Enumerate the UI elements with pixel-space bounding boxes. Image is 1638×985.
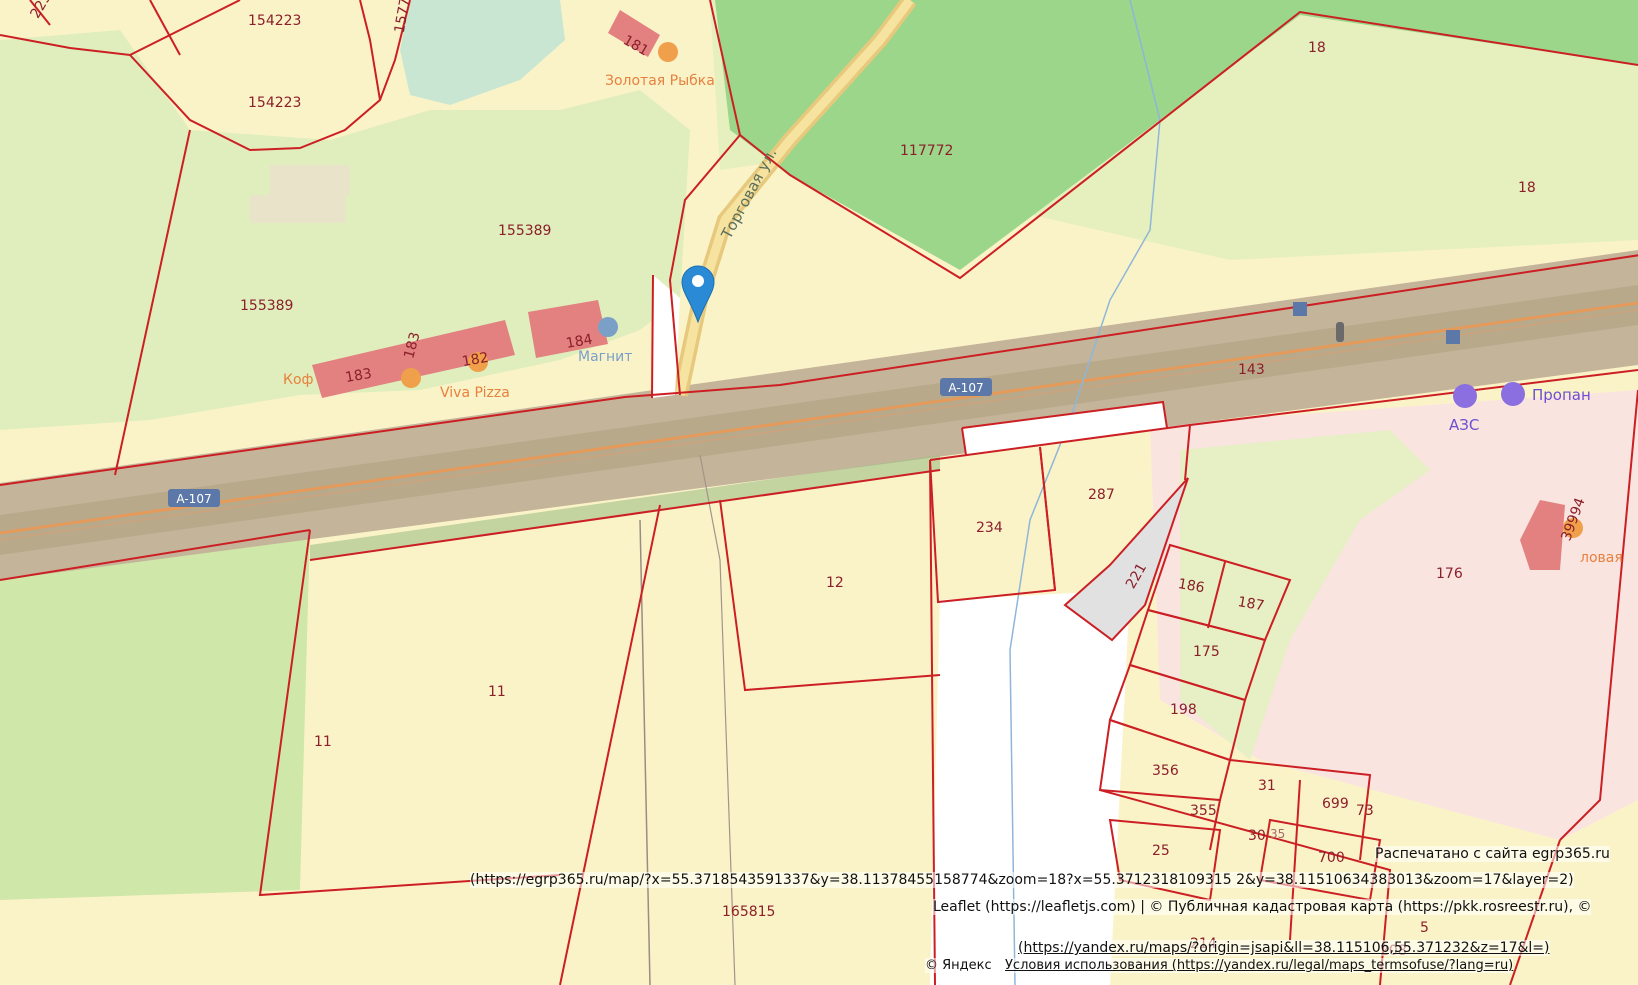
poi-cafe[interactable]: Коф	[283, 372, 314, 388]
food-icon[interactable]	[401, 368, 421, 388]
parcel-label: 30	[1248, 828, 1266, 844]
vegetation-area	[0, 530, 310, 900]
parcel-label: 25	[1152, 843, 1170, 859]
parcel-label: 700	[1318, 850, 1345, 866]
parcel-label: 155389	[240, 298, 293, 314]
parcel-label: 699	[1322, 796, 1349, 812]
svg-text:A-107: A-107	[948, 381, 983, 395]
parcel-label: 234	[976, 520, 1003, 536]
parcel-label: 35	[1270, 827, 1285, 841]
parcel-label: 12	[826, 575, 844, 591]
parcel-label: 198	[1170, 702, 1197, 718]
road-shield-a107: A-107	[168, 489, 220, 507]
cadastral-map[interactable]: A-107 A-107 Торговая ул. Золотая Рыбка V…	[0, 0, 1638, 985]
parcel-label: 18	[1518, 180, 1536, 196]
parcel-label: 355	[1190, 803, 1217, 819]
yandex-terms-link[interactable]: Условия использования (https://yandex.ru…	[1005, 958, 1514, 973]
poi-propan[interactable]: Пропан	[1532, 386, 1591, 404]
parcel-label: 73	[1356, 803, 1374, 819]
food-icon[interactable]	[658, 42, 678, 62]
gas-icon[interactable]	[1501, 382, 1525, 406]
poi-right[interactable]: ловая	[1580, 550, 1623, 566]
parcel-label: 143	[1238, 362, 1265, 378]
parcel-label: 5	[1420, 920, 1429, 936]
yandex-map-link[interactable]: (https://yandex.ru/maps/?origin=jsapi&ll…	[1018, 940, 1550, 956]
print-source: Распечатано с сайта egrp365.ru	[1375, 846, 1610, 862]
map-canvas[interactable]: A-107 A-107 Торговая ул. Золотая Рыбка V…	[0, 0, 1638, 985]
parcel-label: 11	[488, 684, 506, 700]
parcel-label: 356	[1152, 763, 1179, 779]
parcel-label: 165815	[722, 904, 775, 920]
road-shield-a107: A-107	[940, 378, 992, 396]
structure	[250, 195, 345, 223]
bus-stop-icon[interactable]	[1446, 330, 1460, 344]
leaflet-attribution[interactable]: Leaflet (https://leafletjs.com) | © Публ…	[933, 899, 1592, 915]
parcel-label: 154223	[248, 95, 301, 111]
poi-zolotaya-rybka[interactable]: Золотая Рыбка	[605, 73, 715, 89]
parcel-label: 117772	[900, 143, 953, 159]
parcel-label: 287	[1088, 487, 1115, 503]
svg-text:A-107: A-107	[176, 492, 211, 506]
fuel-icon[interactable]	[1453, 384, 1477, 408]
parcel-label: 175	[1193, 644, 1220, 660]
parcel-label: 11	[314, 734, 332, 750]
poi-magnit[interactable]: Магнит	[578, 349, 632, 365]
parcel-label: 154223	[248, 13, 301, 29]
poi-azs[interactable]: АЗС	[1449, 416, 1479, 434]
print-url[interactable]: (https://egrp365.ru/map/?x=55.3718543591…	[470, 872, 1574, 888]
yandex-copyright: © Яндекс	[925, 958, 992, 973]
bus-stop-icon[interactable]	[1293, 302, 1307, 316]
parcel-label: 31	[1258, 778, 1276, 794]
parcel-label: 176	[1436, 566, 1463, 582]
traffic-light-icon	[1336, 322, 1344, 342]
pin-dot	[692, 275, 704, 287]
structure	[270, 165, 350, 195]
poi-viva-pizza[interactable]: Viva Pizza	[440, 385, 510, 401]
parcel-label: 18	[1308, 40, 1326, 56]
shop-icon[interactable]	[598, 317, 618, 337]
parcel-label: 155389	[498, 223, 551, 239]
